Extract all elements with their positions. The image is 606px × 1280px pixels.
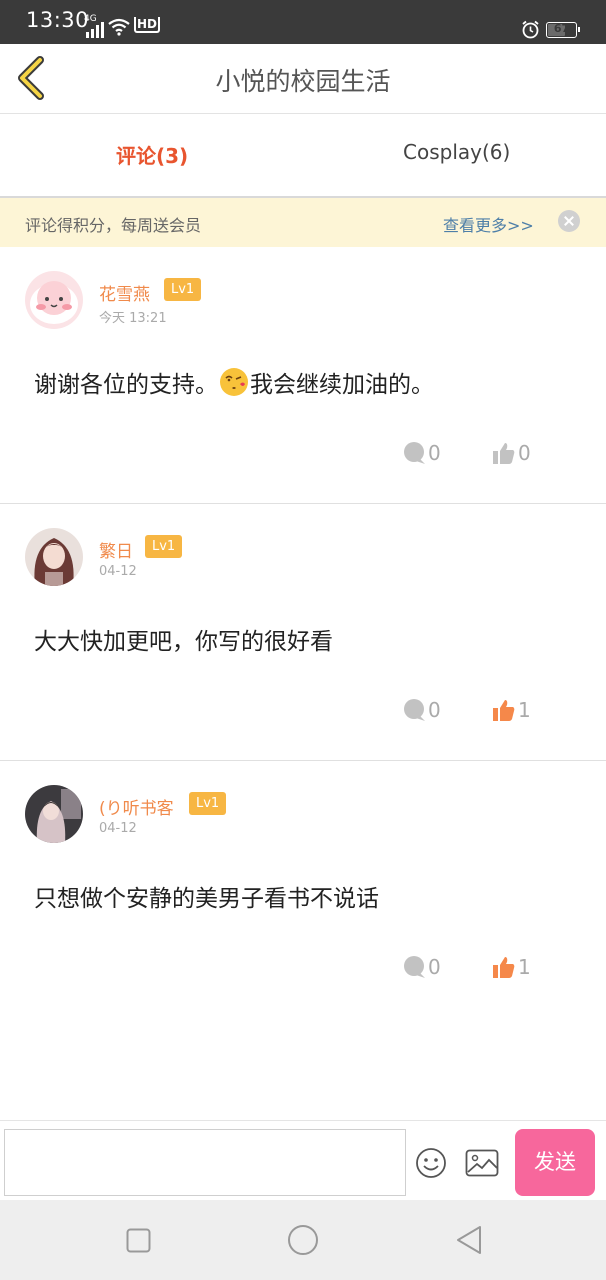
comment-bubble-icon (404, 699, 425, 721)
comment-item: 繁日 Lv1 04-12 大大快加更吧，你写的很好看 0 1 (0, 504, 606, 761)
thumbs-up-icon (493, 700, 515, 721)
alarm-icon (522, 20, 539, 39)
view-more-link[interactable]: 查看更多>> (443, 212, 534, 236)
signal-icon (86, 22, 104, 38)
like-count: 1 (518, 698, 531, 722)
comment-input[interactable] (4, 1129, 406, 1196)
avatar[interactable] (25, 785, 83, 843)
level-badge: Lv1 (189, 792, 227, 815)
comment-text: 大大快加更吧，你写的很好看 (34, 622, 333, 656)
comment-text: 谢谢各位的支持。 我会继续加油的。 (34, 365, 434, 399)
comment-text-part: 谢谢各位的支持。 (34, 372, 218, 398)
status-bar: 13:30 4G HD 67 (0, 0, 606, 44)
emoji-icon[interactable] (415, 1147, 447, 1179)
comment-text-part: 我会继续加油的。 (250, 372, 434, 398)
hd-icon: HD (134, 17, 161, 33)
comment-author[interactable]: (り听书客 (99, 794, 174, 819)
comment-author[interactable]: 繁日 (99, 537, 133, 562)
tab-bar: 评论(3) Cosplay(6) (0, 114, 606, 198)
image-icon[interactable] (465, 1149, 499, 1177)
tab-comments[interactable]: 评论(3) (116, 140, 188, 169)
page-title: 小悦的校园生活 (215, 67, 391, 96)
comment-text: 只想做个安静的美男子看书不说话 (34, 879, 379, 913)
comment-date: 04-12 (99, 564, 137, 579)
comment-text-part: 大大快加更吧，你写的很好看 (34, 629, 333, 655)
avatar[interactable] (25, 528, 83, 586)
avatar[interactable] (25, 271, 83, 329)
close-icon[interactable] (558, 210, 580, 232)
app-header: 小悦的校园生活 (0, 44, 606, 114)
comment-text-part: 只想做个安静的美男子看书不说话 (34, 886, 379, 912)
home-icon[interactable] (287, 1224, 319, 1256)
thumbs-up-icon (493, 443, 515, 464)
reply-count: 0 (428, 441, 441, 465)
thumbs-up-icon (493, 957, 515, 978)
comment-author[interactable]: 花雪燕 (99, 280, 150, 305)
send-button[interactable]: 发送 (515, 1129, 595, 1196)
reply-count: 0 (428, 955, 441, 979)
tab-cosplay[interactable]: Cosplay(6) (403, 140, 510, 164)
back-icon[interactable] (455, 1225, 483, 1255)
like-count: 0 (518, 441, 531, 465)
level-badge: Lv1 (164, 278, 202, 301)
status-time: 13:30 (26, 8, 90, 32)
notice-text: 评论得积分，每周送会员 (25, 216, 202, 235)
recent-apps-icon[interactable] (126, 1228, 151, 1253)
comment-item: (り听书客 Lv1 04-12 只想做个安静的美男子看书不说话 0 1 (0, 761, 606, 1018)
wifi-icon (108, 18, 130, 36)
kiss-emoji-icon (220, 368, 248, 396)
like-count: 1 (518, 955, 531, 979)
comment-item: 花雪燕 Lv1 今天 13:21 谢谢各位的支持。 我会继续加油的。 0 0 (0, 247, 606, 504)
comment-bubble-icon (404, 442, 425, 464)
comment-input-bar: 发送 (0, 1120, 606, 1200)
comment-date: 04-12 (99, 821, 137, 836)
reply-count: 0 (428, 698, 441, 722)
battery-icon: 67 (546, 22, 580, 38)
system-nav-bar (0, 1200, 606, 1280)
level-badge: Lv1 (145, 535, 183, 558)
comment-bubble-icon (404, 956, 425, 978)
battery-level: 67 (553, 22, 570, 35)
comment-date: 今天 13:21 (99, 311, 167, 326)
notice-bar: 评论得积分，每周送会员 查看更多>> (0, 198, 606, 247)
